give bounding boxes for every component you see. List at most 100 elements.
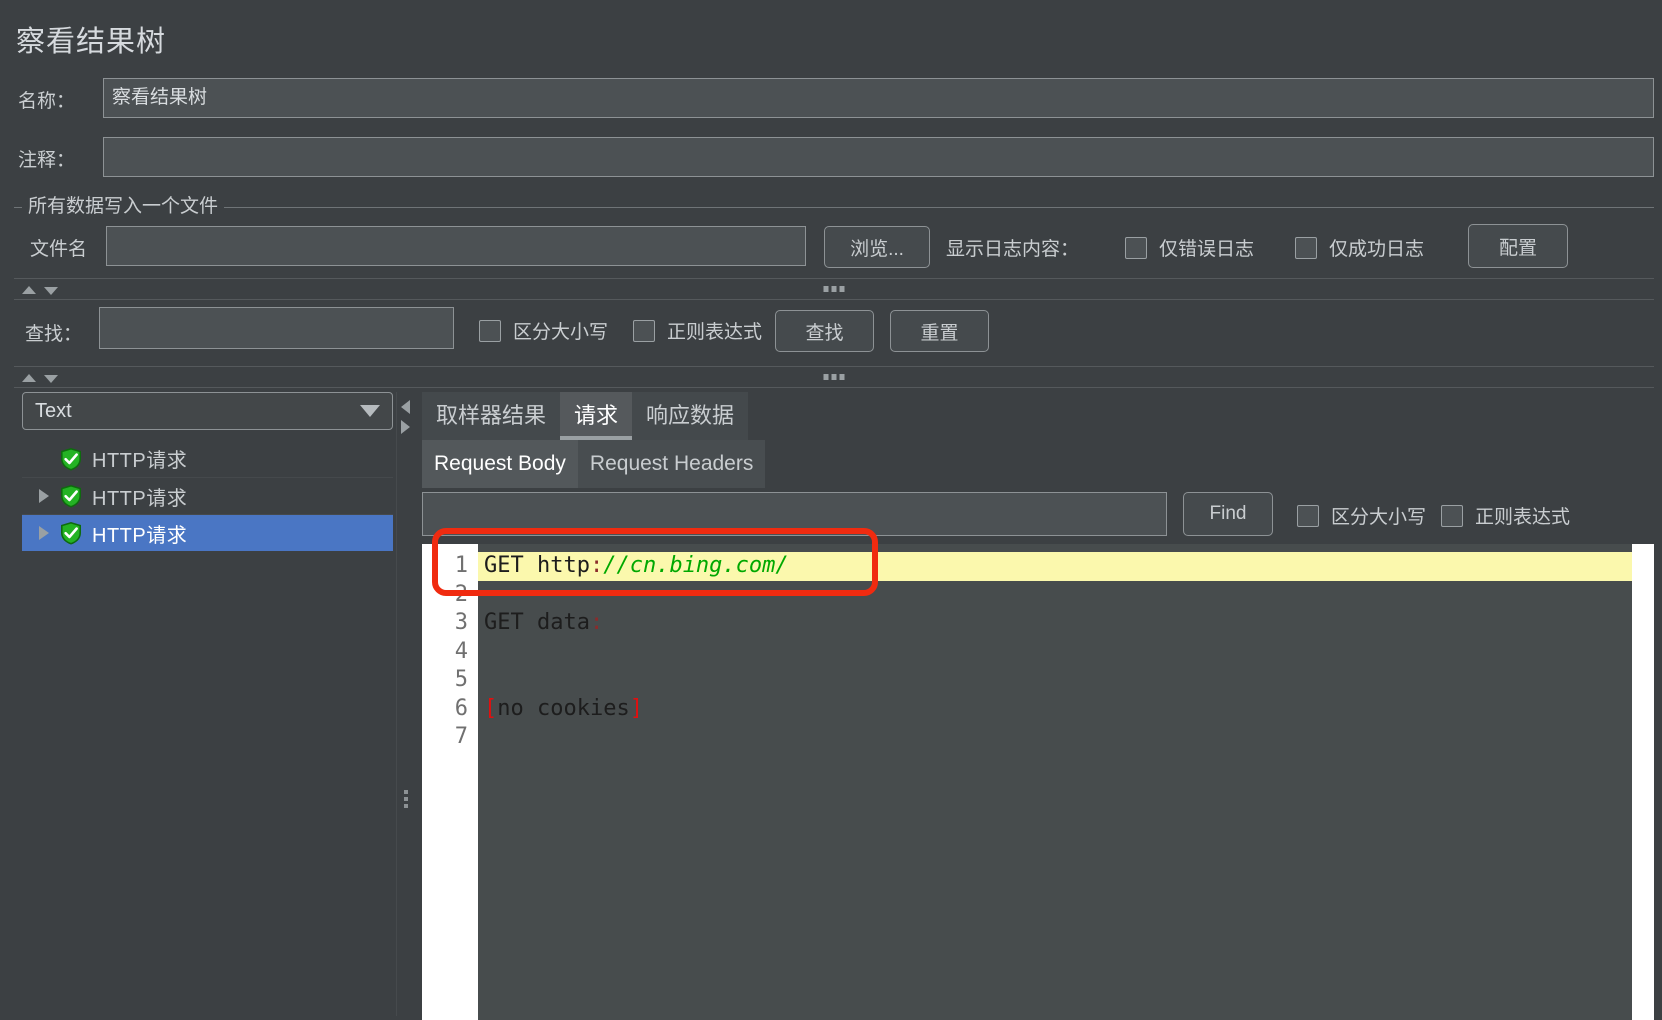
vertical-splitter[interactable] — [396, 392, 414, 1016]
reset-button[interactable]: 重置 — [890, 310, 989, 352]
splitter-collapse-controls[interactable] — [22, 282, 58, 295]
shield-success-icon — [56, 520, 86, 546]
collapse-down-icon[interactable] — [44, 287, 58, 295]
error-log-only-label: 仅错误日志 — [1159, 234, 1254, 261]
checkbox-box-icon[interactable] — [1125, 237, 1147, 259]
group-border-line — [14, 207, 1654, 208]
code-line — [478, 723, 1654, 752]
collapse-down-icon[interactable] — [44, 375, 58, 383]
renderer-select-value: Text — [35, 400, 360, 423]
tree-item-label: HTTP请求 — [92, 482, 187, 511]
code-line: GET http://cn.bing.com/ — [478, 552, 1654, 581]
splitter-top[interactable] — [14, 278, 1654, 300]
collapse-up-icon[interactable] — [22, 286, 36, 294]
editor-regex-checkbox[interactable]: 正则表达式 — [1441, 502, 1570, 529]
filename-label: 文件名 — [30, 234, 87, 261]
comment-row: 注释： — [0, 137, 1662, 177]
write-all-data-to-file-group: 所有数据写入一个文件 文件名 浏览... 显示日志内容： 仅错误日志 仅成功日志… — [14, 196, 1654, 272]
match-case-checkbox[interactable]: 区分大小写 — [479, 317, 608, 344]
result-tab[interactable]: 取样器结果 — [422, 392, 560, 440]
regex-checkbox[interactable]: 正则表达式 — [633, 317, 762, 344]
result-tab[interactable]: 请求 — [560, 392, 632, 440]
editor-find-bar: Find 区分大小写 正则表达式 — [422, 492, 1654, 538]
tree-item-http-request[interactable]: HTTP请求 — [22, 514, 393, 551]
editor-find-input[interactable] — [422, 492, 1167, 536]
configure-button[interactable]: 配置 — [1468, 224, 1568, 268]
expand-arrow-icon[interactable] — [32, 489, 56, 503]
request-subtabs[interactable]: Request BodyRequest Headers — [422, 440, 765, 488]
checkbox-box-icon[interactable] — [1297, 505, 1319, 527]
checkbox-box-icon[interactable] — [479, 320, 501, 342]
name-row: 名称： 察看结果树 — [0, 78, 1662, 118]
splitter-grip-icon[interactable] — [824, 374, 845, 380]
splitter-bottom[interactable] — [14, 366, 1654, 388]
line-number: 7 — [422, 723, 468, 752]
tree-item-http-request[interactable]: HTTP请求 — [22, 477, 393, 514]
code-line — [478, 638, 1654, 667]
results-tree[interactable]: HTTP请求 HTTP请求 HTTP请求 — [22, 440, 393, 551]
request-subtab[interactable]: Request Body — [422, 440, 578, 488]
find-input[interactable] — [99, 307, 454, 349]
checkbox-box-icon[interactable] — [1441, 505, 1463, 527]
line-number: 3 — [422, 609, 468, 638]
editor-line-numbers: 1234567 — [422, 544, 478, 1020]
tree-item-label: HTTP请求 — [92, 519, 187, 548]
editor-vertical-scrollbar[interactable] — [1632, 544, 1654, 1020]
result-tab[interactable]: 响应数据 — [632, 392, 748, 440]
browse-button[interactable]: 浏览... — [824, 226, 930, 268]
success-log-only-label: 仅成功日志 — [1329, 234, 1424, 261]
code-token: GET data — [484, 610, 590, 635]
line-number: 1 — [422, 552, 468, 581]
success-log-only-checkbox[interactable]: 仅成功日志 — [1295, 234, 1424, 261]
renderer-select[interactable]: Text — [22, 392, 393, 430]
name-input[interactable]: 察看结果树 — [103, 78, 1654, 118]
editor-find-button[interactable]: Find — [1183, 492, 1273, 536]
collapse-up-icon[interactable] — [22, 374, 36, 382]
code-token: no cookies — [497, 696, 629, 721]
expand-arrow-icon[interactable] — [32, 526, 56, 540]
editor-match-case-label: 区分大小写 — [1331, 502, 1426, 529]
error-log-only-checkbox[interactable]: 仅错误日志 — [1125, 234, 1254, 261]
splitter-grip-icon[interactable] — [824, 286, 845, 292]
jmeter-view-results-tree-window: 察看结果树 名称： 察看结果树 注释： 所有数据写入一个文件 文件名 浏览...… — [0, 0, 1662, 1020]
editor-match-case-checkbox[interactable]: 区分大小写 — [1297, 502, 1426, 529]
regex-label: 正则表达式 — [667, 317, 762, 344]
match-case-label: 区分大小写 — [513, 317, 608, 344]
vertical-splitter-grip-icon[interactable] — [404, 790, 408, 808]
chevron-down-icon[interactable] — [360, 405, 380, 417]
editor-regex-label: 正则表达式 — [1475, 502, 1570, 529]
code-line: [no cookies] — [478, 695, 1654, 724]
name-label: 名称： — [18, 86, 75, 113]
tree-item-http-request[interactable]: HTTP请求 — [22, 440, 393, 477]
sampler-detail-panel: 取样器结果请求响应数据 Request BodyRequest Headers … — [414, 392, 1654, 1020]
filename-input[interactable] — [106, 226, 806, 266]
show-log-content-label: 显示日志内容： — [946, 234, 1079, 261]
request-subtab[interactable]: Request Headers — [578, 440, 765, 488]
code-line: GET data: — [478, 609, 1654, 638]
code-line — [478, 666, 1654, 695]
collapse-left-icon[interactable] — [401, 400, 410, 414]
code-token: [ — [484, 696, 497, 721]
search-button[interactable]: 查找 — [775, 310, 874, 352]
code-token: ] — [630, 696, 643, 721]
splitter-collapse-controls[interactable] — [22, 370, 58, 383]
code-token: GET http — [484, 553, 590, 578]
editor-code-area[interactable]: GET http://cn.bing.com/ GET data: [no co… — [478, 544, 1654, 1020]
comment-label: 注释： — [18, 145, 75, 172]
group-legend: 所有数据写入一个文件 — [22, 196, 224, 218]
tree-item-label: HTTP请求 — [92, 444, 187, 473]
code-line — [478, 581, 1654, 610]
checkbox-box-icon[interactable] — [633, 320, 655, 342]
checkbox-box-icon[interactable] — [1295, 237, 1317, 259]
find-label: 查找： — [25, 319, 82, 346]
result-tabs[interactable]: 取样器结果请求响应数据 — [422, 392, 748, 440]
code-token: : — [590, 553, 603, 578]
request-body-editor[interactable]: 1234567 GET http://cn.bing.com/ GET data… — [422, 544, 1654, 1020]
comment-input[interactable] — [103, 137, 1654, 177]
code-token: : — [590, 610, 603, 635]
collapse-right-icon[interactable] — [401, 420, 410, 434]
results-tree-panel: Text HTTP请求 HTTP请求 HTTP请求 — [14, 392, 393, 1016]
line-number: 5 — [422, 666, 468, 695]
line-number: 4 — [422, 638, 468, 667]
line-number: 6 — [422, 695, 468, 724]
